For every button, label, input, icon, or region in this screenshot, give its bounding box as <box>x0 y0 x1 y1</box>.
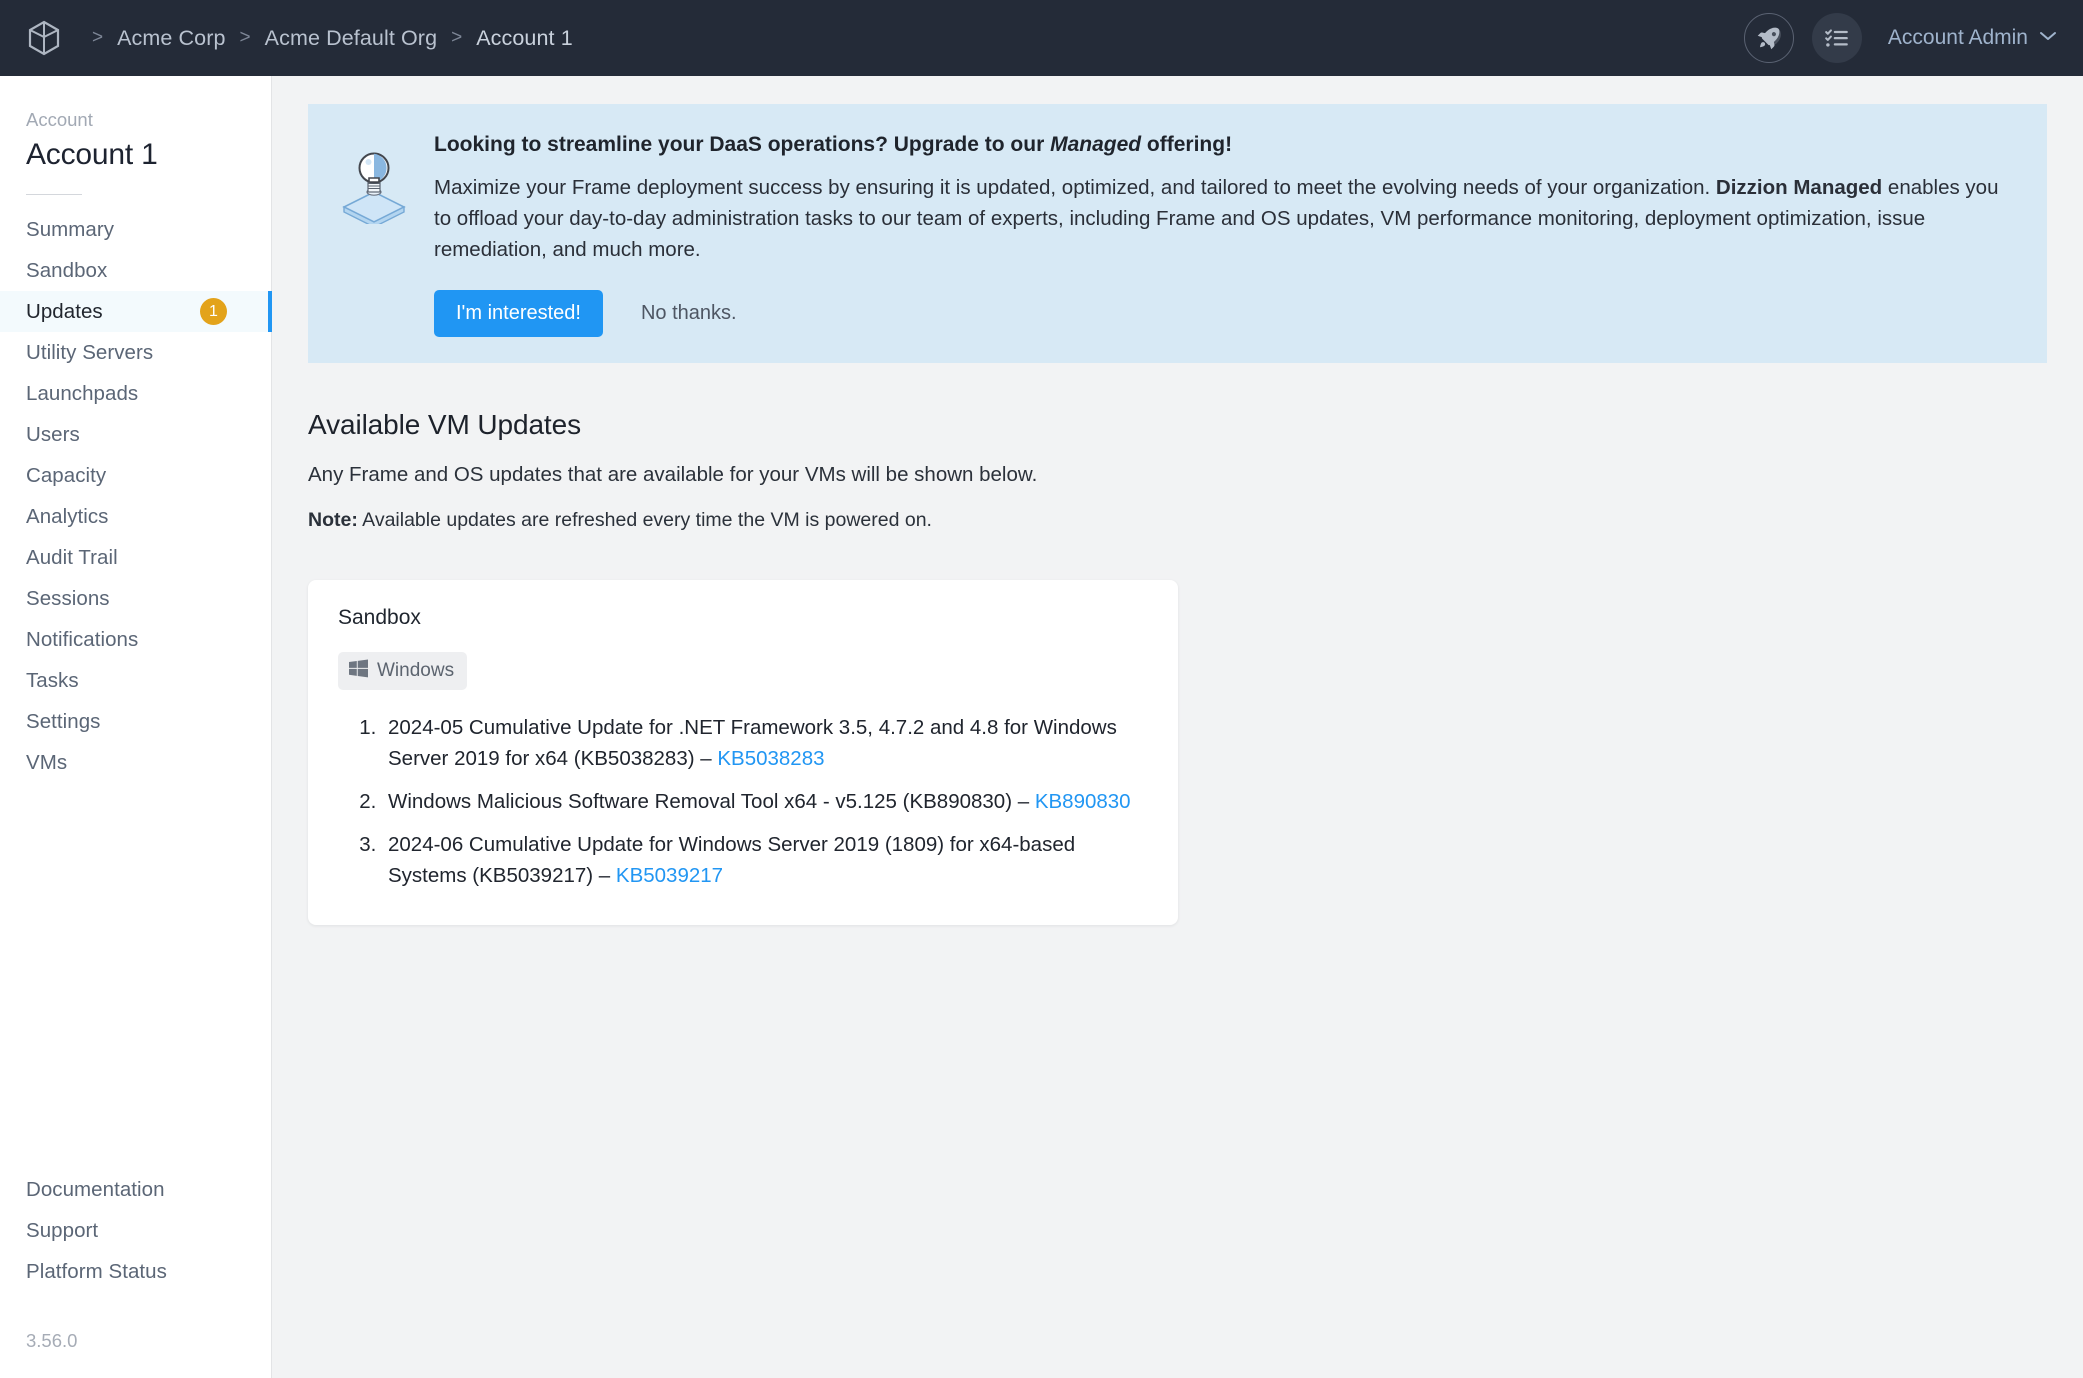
sidebar-item-notifications[interactable]: Notifications <box>0 619 271 660</box>
os-badge-label: Windows <box>377 659 455 681</box>
user-account-label: Account Admin <box>1887 26 2028 49</box>
sidebar-item-vms[interactable]: VMs <box>0 742 271 783</box>
sidebar-item-label: Capacity <box>26 463 107 487</box>
sidebar-item-label: Sandbox <box>26 258 108 282</box>
sidebar-header: Account Account 1 <box>0 106 271 172</box>
sidebar-item-users[interactable]: Users <box>0 414 271 455</box>
list-item: 2024-06 Cumulative Update for Windows Se… <box>382 829 1148 891</box>
breadcrumb-separator: > <box>451 27 463 48</box>
sidebar-item-audit-trail[interactable]: Audit Trail <box>0 537 271 578</box>
sidebar-item-label: Launchpads <box>26 381 139 405</box>
update-title: 2024-06 Cumulative Update for Windows Se… <box>388 833 1076 888</box>
banner-description: Maximize your Frame deployment success b… <box>434 173 2017 265</box>
banner-text-part1: Maximize your Frame deployment success b… <box>434 176 1716 200</box>
rocket-icon[interactable] <box>1743 13 1794 63</box>
main-content: Looking to streamline your DaaS operatio… <box>272 76 2083 1378</box>
sidebar-item-label: Settings <box>26 709 101 733</box>
sidebar-item-label: Users <box>26 422 80 446</box>
vm-updates-card: Sandbox Windows 2024-05 Cumula <box>308 579 1178 926</box>
sidebar-footer-nav: Documentation Support Platform Status 3.… <box>0 1169 271 1378</box>
sidebar: Account Account 1 Summary Sandbox Update… <box>0 76 272 1378</box>
page-note-text: Available updates are refreshed every ti… <box>357 508 932 531</box>
checklist-icon[interactable] <box>1811 13 1862 63</box>
cube-logo-icon[interactable] <box>22 16 66 60</box>
sidebar-item-label: VMs <box>26 750 68 774</box>
sidebar-item-platform-status[interactable]: Platform Status <box>0 1251 271 1292</box>
sidebar-item-utility-servers[interactable]: Utility Servers <box>0 332 271 373</box>
breadcrumb-separator: > <box>92 27 104 48</box>
sidebar-item-capacity[interactable]: Capacity <box>0 455 271 496</box>
no-thanks-button[interactable]: No thanks. <box>641 302 737 325</box>
sidebar-version-label: 3.56.0 <box>26 1330 78 1351</box>
sidebar-nav: Summary Sandbox Updates 1 Utility Server… <box>0 209 272 783</box>
sidebar-item-label: Audit Trail <box>26 545 118 569</box>
kb-article-link[interactable]: KB5039217 <box>616 864 723 887</box>
os-badge: Windows <box>338 651 468 690</box>
banner-title-emphasis: Managed <box>1050 133 1142 156</box>
top-navigation-bar: > Acme Corp > Acme Default Org > Account… <box>0 0 2083 76</box>
app-root: > Acme Corp > Acme Default Org > Account… <box>0 0 2083 1378</box>
sidebar-account-title: Account 1 <box>26 137 158 171</box>
sidebar-item-settings[interactable]: Settings <box>0 701 271 742</box>
sidebar-item-launchpads[interactable]: Launchpads <box>0 373 271 414</box>
sidebar-item-label: Notifications <box>26 627 139 651</box>
lightbulb-on-box-icon <box>336 130 422 229</box>
sidebar-item-support[interactable]: Support <box>0 1210 271 1251</box>
sidebar-item-label: Documentation <box>26 1177 165 1201</box>
sidebar-item-tasks[interactable]: Tasks <box>0 660 271 701</box>
sidebar-item-label: Sessions <box>26 586 110 610</box>
kb-article-link[interactable]: KB5038283 <box>717 747 824 770</box>
sidebar-item-sandbox[interactable]: Sandbox <box>0 250 271 291</box>
list-item: Windows Malicious Software Removal Tool … <box>382 786 1148 817</box>
vm-updates-list: 2024-05 Cumulative Update for .NET Frame… <box>338 712 1148 892</box>
vm-name: Sandbox <box>338 605 421 629</box>
sidebar-item-summary[interactable]: Summary <box>0 209 271 250</box>
sidebar-item-documentation[interactable]: Documentation <box>0 1169 271 1210</box>
breadcrumb-item-account-1[interactable]: Account 1 <box>476 26 573 51</box>
sidebar-item-label: Summary <box>26 217 115 241</box>
banner-body: Looking to streamline your DaaS operatio… <box>422 130 2017 337</box>
list-item: 2024-05 Cumulative Update for .NET Frame… <box>382 712 1148 774</box>
windows-logo-icon <box>349 659 368 683</box>
update-title: Windows Malicious Software Removal Tool … <box>388 790 1035 813</box>
sidebar-item-label: Analytics <box>26 504 109 528</box>
sidebar-item-label: Updates <box>26 299 103 323</box>
page-subtitle: Any Frame and OS updates that are availa… <box>308 462 1038 486</box>
managed-offering-banner: Looking to streamline your DaaS operatio… <box>308 104 2047 363</box>
sidebar-updates-badge: 1 <box>200 298 227 326</box>
page-title: Available VM Updates <box>308 408 581 440</box>
page-note-label: Note: <box>308 508 358 531</box>
breadcrumb: > Acme Corp > Acme Default Org > Account… <box>78 26 573 51</box>
breadcrumb-separator: > <box>239 27 251 48</box>
sidebar-item-label: Support <box>26 1218 99 1242</box>
banner-text-bold: Dizzion Managed <box>1715 176 1883 200</box>
breadcrumb-item-acme-default-org[interactable]: Acme Default Org <box>265 26 437 51</box>
interested-button[interactable]: I'm interested! <box>434 289 603 337</box>
sidebar-item-sessions[interactable]: Sessions <box>0 578 271 619</box>
chevron-down-icon <box>2039 29 2057 47</box>
user-account-menu[interactable]: Account Admin <box>1888 26 2057 50</box>
sidebar-item-label: Tasks <box>26 668 79 692</box>
kb-article-link[interactable]: KB890830 <box>1035 790 1131 813</box>
body-row: Account Account 1 Summary Sandbox Update… <box>0 76 2083 1378</box>
page-note: Note: Available updates are refreshed ev… <box>308 509 2047 532</box>
breadcrumb-item-acme-corp[interactable]: Acme Corp <box>117 26 225 51</box>
banner-actions: I'm interested! No thanks. <box>434 289 2017 337</box>
sidebar-item-updates[interactable]: Updates 1 <box>0 291 272 333</box>
banner-title-part2: offering! <box>1141 133 1233 156</box>
sidebar-kicker: Account <box>26 109 93 130</box>
banner-title-part1: Looking to streamline your DaaS operatio… <box>434 133 1051 156</box>
sidebar-item-analytics[interactable]: Analytics <box>0 496 271 537</box>
sidebar-item-label: Utility Servers <box>26 340 154 364</box>
sidebar-item-label: Platform Status <box>26 1259 167 1283</box>
banner-title: Looking to streamline your DaaS operatio… <box>434 130 2017 160</box>
sidebar-divider <box>26 193 82 196</box>
